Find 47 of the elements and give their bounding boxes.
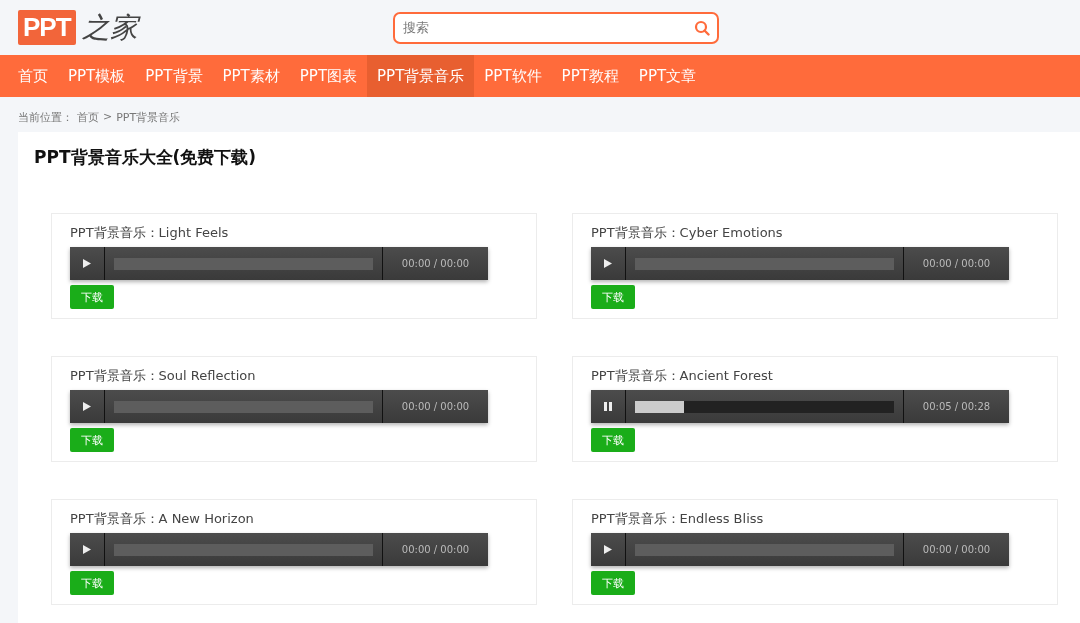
download-button[interactable]: 下载: [70, 571, 114, 595]
breadcrumb-link[interactable]: 首页: [77, 110, 99, 132]
play-icon[interactable]: [604, 545, 612, 554]
page-title: PPT背景音乐大全(免费下载): [34, 146, 258, 169]
progress-track[interactable]: [114, 400, 373, 413]
play-icon[interactable]: [83, 545, 91, 554]
nav-tab[interactable]: PPT模板: [58, 55, 136, 97]
track-title: PPT背景音乐：Endless Bliss: [591, 510, 765, 528]
track-title: PPT背景音乐：Cyber Emotions: [591, 224, 784, 242]
time-display: 00:00 / 00:00: [400, 400, 471, 414]
logo-mark[interactable]: PPT: [18, 10, 76, 45]
pause-icon[interactable]: [603, 402, 613, 411]
nav-tab[interactable]: PPT文章: [628, 55, 707, 97]
track-title: PPT背景音乐：Ancient Forest: [591, 367, 774, 385]
download-button[interactable]: 下载: [70, 285, 114, 309]
nav-tab[interactable]: PPT背景: [135, 55, 213, 97]
breadcrumb-label: 当前位置：: [18, 110, 73, 126]
download-button[interactable]: 下载: [591, 285, 635, 309]
play-icon[interactable]: [604, 259, 612, 268]
track-title: PPT背景音乐：A New Horizon: [70, 510, 255, 528]
progress-track[interactable]: [635, 400, 894, 413]
download-button[interactable]: 下载: [591, 571, 635, 595]
time-display: 00:00 / 00:00: [400, 257, 471, 271]
track-title: PPT背景音乐：Soul Reflection: [70, 367, 257, 385]
time-display: 00:00 / 00:00: [921, 543, 992, 557]
time-display: 00:05 / 00:28: [921, 400, 992, 414]
search-field[interactable]: 搜索: [392, 11, 719, 44]
nav-tab[interactable]: PPT背景音乐: [367, 55, 475, 97]
progress-track[interactable]: [635, 257, 894, 270]
progress-track[interactable]: [635, 543, 894, 556]
progress-track[interactable]: [114, 543, 373, 556]
time-display: 00:00 / 00:00: [400, 543, 471, 557]
nav-tab[interactable]: PPT素材: [212, 55, 290, 97]
track-title: PPT背景音乐：Light Feels: [70, 224, 230, 242]
play-icon[interactable]: [83, 259, 91, 268]
nav-tab[interactable]: PPT教程: [551, 55, 629, 97]
search-icon[interactable]: [693, 19, 710, 36]
nav-tab[interactable]: 首页: [8, 55, 58, 97]
nav-tab[interactable]: PPT图表: [289, 55, 368, 97]
download-button[interactable]: 下载: [591, 428, 635, 452]
time-display: 00:00 / 00:00: [921, 257, 992, 271]
progress-track[interactable]: [114, 257, 373, 270]
breadcrumb-link[interactable]: PPT背景音乐: [116, 110, 181, 132]
nav-tab[interactable]: PPT软件: [474, 55, 552, 97]
download-button[interactable]: 下载: [70, 428, 114, 452]
play-icon[interactable]: [83, 402, 91, 411]
breadcrumb-separator: >: [103, 110, 113, 125]
